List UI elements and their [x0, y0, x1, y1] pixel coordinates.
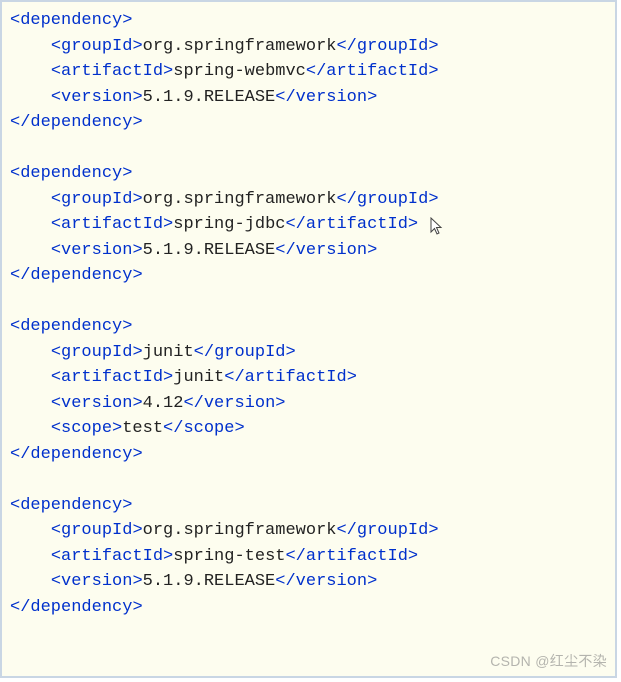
- dep1-artifactId: <artifactId>spring-jdbc</artifactId>: [10, 212, 607, 238]
- dep3-groupId: <groupId>org.springframework</groupId>: [10, 518, 607, 544]
- dep3-artifactId: <artifactId>spring-test</artifactId>: [10, 544, 607, 570]
- dep0-version: <version>5.1.9.RELEASE</version>: [10, 85, 607, 111]
- pom-xml-snippet: <dependency> <groupId>org.springframewor…: [0, 0, 617, 678]
- dep1-open: <dependency>: [10, 161, 607, 187]
- dep3-open: <dependency>: [10, 493, 607, 519]
- dep0-open: <dependency>: [10, 8, 607, 34]
- dep1-groupId: <groupId>org.springframework</groupId>: [10, 187, 607, 213]
- dep3-close: </dependency>: [10, 595, 607, 621]
- dep1-version: <version>5.1.9.RELEASE</version>: [10, 238, 607, 264]
- dep2-artifactId: <artifactId>junit</artifactId>: [10, 365, 607, 391]
- blank: [10, 467, 607, 493]
- dep2-version: <version>4.12</version>: [10, 391, 607, 417]
- dep2-groupId: <groupId>junit</groupId>: [10, 340, 607, 366]
- dep2-open: <dependency>: [10, 314, 607, 340]
- dep0-close: </dependency>: [10, 110, 607, 136]
- dep0-artifactId: <artifactId>spring-webmvc</artifactId>: [10, 59, 607, 85]
- dep3-version: <version>5.1.9.RELEASE</version>: [10, 569, 607, 595]
- blank: [10, 289, 607, 315]
- blank: [10, 136, 607, 162]
- dep1-close: </dependency>: [10, 263, 607, 289]
- dep0-groupId: <groupId>org.springframework</groupId>: [10, 34, 607, 60]
- csdn-watermark: CSDN @红尘不染: [490, 651, 607, 672]
- dep2-close: </dependency>: [10, 442, 607, 468]
- dep2-scope: <scope>test</scope>: [10, 416, 607, 442]
